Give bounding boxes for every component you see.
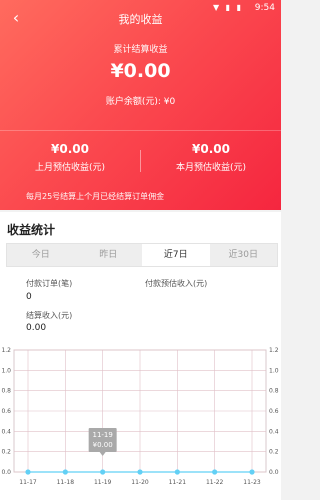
- y-tick-label: 0.0: [269, 469, 279, 476]
- y-tick-label: 0.4: [1, 428, 11, 435]
- last-month-estimate: ¥0.00 上月预估收益(元): [0, 142, 140, 173]
- paid-estimate-label: 付款预估收入(元): [145, 279, 208, 288]
- x-tick-label: 11-20: [131, 479, 149, 486]
- account-balance: 账户余额(元): ¥0: [105, 97, 176, 107]
- last-month-value: ¥0.00: [51, 142, 89, 156]
- y-tick-label: 1.0: [269, 367, 279, 374]
- tooltip-date: 11-19: [92, 431, 112, 439]
- settled-income-value: 0.00: [26, 323, 47, 333]
- total-settled-amount: ¥0.00: [110, 60, 171, 82]
- y-tick-label: 0.4: [269, 428, 279, 435]
- earnings-header: ▼ ▮ ▮ 9:54 ‹ 我的收益 累计结算收益 ¥0.00 账户余额(元): …: [0, 0, 281, 210]
- earnings-stats-panel: 收益统计 今日 昨日 近7日 近30日 付款订单(笔) 0 付款预估收入(元) …: [0, 212, 281, 500]
- total-settled-label: 累计结算收益: [113, 45, 168, 55]
- y-tick-label: 0.0: [1, 469, 11, 476]
- x-tick-label: 11-22: [206, 479, 224, 486]
- x-tick-label: 11-19: [94, 479, 112, 486]
- tab-today[interactable]: 今日: [7, 244, 75, 266]
- y-tick-label: 1.2: [269, 347, 279, 354]
- y-tick-label: 0.8: [1, 388, 11, 395]
- y-tick-label: 0.6: [1, 408, 11, 415]
- data-point: [174, 469, 180, 475]
- data-point: [212, 469, 218, 475]
- y-tick-label: 0.2: [1, 449, 11, 456]
- data-point: [249, 469, 255, 475]
- y-tick-label: 1.0: [1, 367, 11, 374]
- divider: [0, 130, 281, 131]
- page-title: 我的收益: [118, 13, 163, 26]
- settled-income-label: 结算收入(元): [26, 311, 73, 320]
- y-tick-label: 0.8: [269, 388, 279, 395]
- x-tick-label: 11-23: [243, 479, 261, 486]
- last-month-label: 上月预估收益(元): [34, 163, 106, 173]
- tooltip-value: ¥0.00: [93, 441, 113, 449]
- tooltip-arrow: [99, 452, 106, 456]
- x-tick-label: 11-17: [19, 479, 37, 486]
- x-tick-label: 11-18: [57, 479, 75, 486]
- tab-last-7-days[interactable]: 近7日: [142, 244, 210, 266]
- tab-yesterday[interactable]: 昨日: [75, 244, 143, 266]
- paid-orders-value: 0: [26, 292, 32, 302]
- data-point: [137, 469, 143, 475]
- tab-last-30-days[interactable]: 近30日: [210, 244, 278, 266]
- this-month-value: ¥0.00: [192, 142, 230, 156]
- earnings-line-chart[interactable]: 0.0 0.0 0.2 0.2 0.4 0.4 0.6 0.6 0.8 0.8 1.0 1.0 1.2 1…: [0, 342, 281, 500]
- period-tabs: 今日 昨日 近7日 近30日: [6, 243, 278, 267]
- settlement-note: 每月25号结算上个月已经结算订单佣金: [26, 192, 165, 201]
- y-tick-label: 1.2: [1, 347, 11, 354]
- paid-orders-label: 付款订单(笔): [26, 279, 73, 288]
- y-tick-label: 0.6: [269, 408, 279, 415]
- this-month-estimate: ¥0.00 本月预估收益(元): [141, 142, 281, 173]
- data-point: [25, 469, 31, 475]
- data-point: [62, 469, 68, 475]
- x-tick-label: 11-21: [169, 479, 187, 486]
- section-title: 收益统计: [7, 223, 56, 237]
- y-tick-label: 0.2: [269, 449, 279, 456]
- this-month-label: 本月预估收益(元): [175, 163, 247, 173]
- data-point: [100, 469, 106, 475]
